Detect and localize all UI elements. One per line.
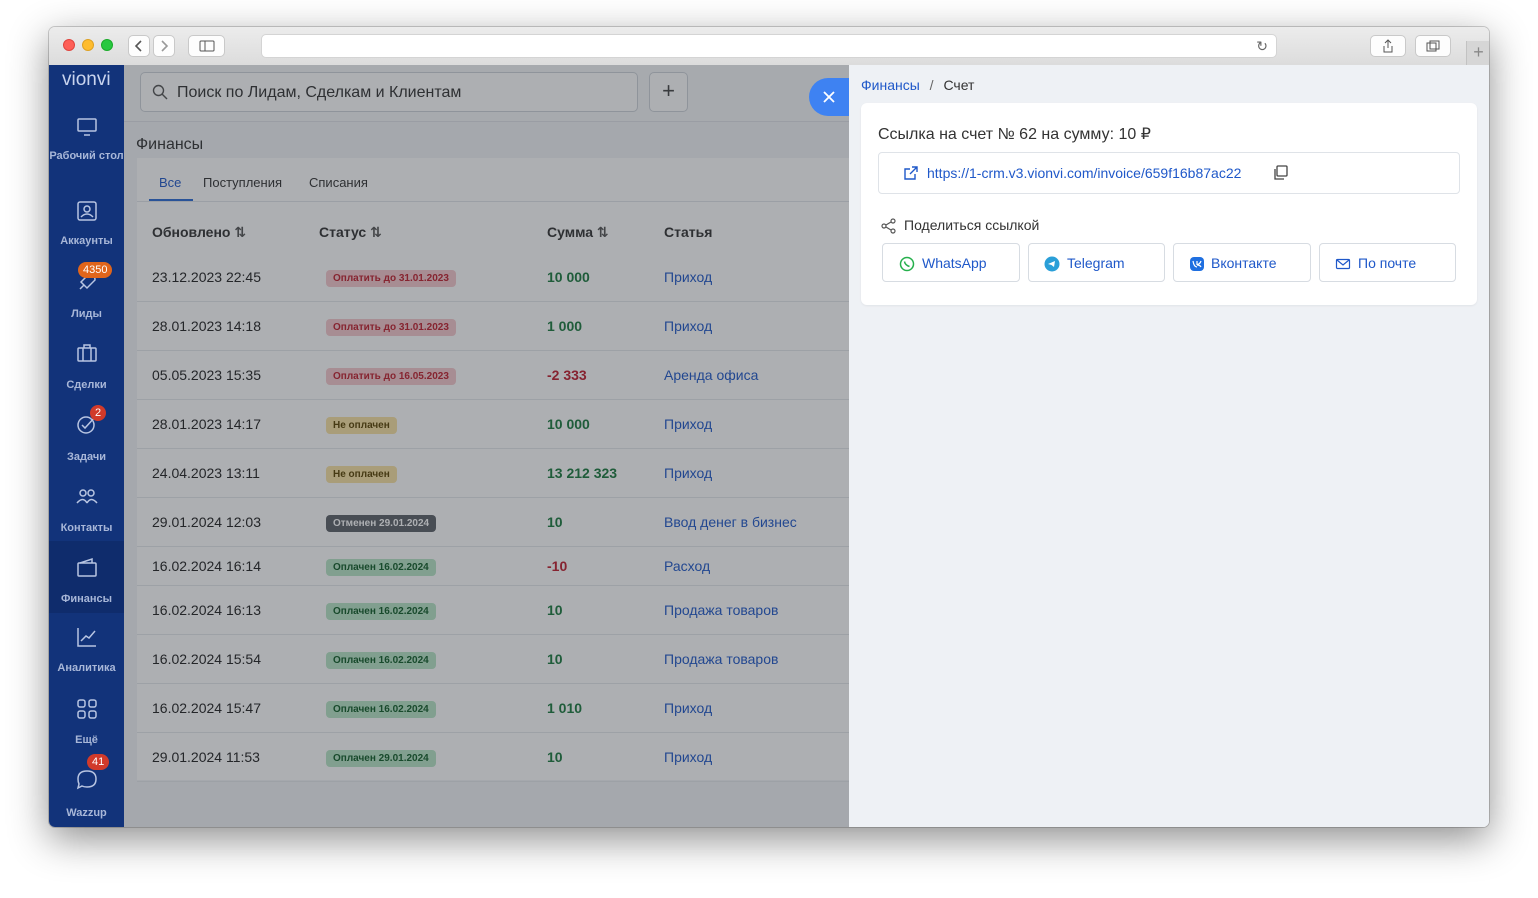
- sidebar: vionvi Рабочий стол Аккаунты 4350 Лиды С…: [49, 65, 124, 827]
- sidebar-item-label: Финансы: [60, 593, 113, 605]
- share-link-icon: [881, 218, 896, 234]
- vk-icon: [1190, 257, 1204, 271]
- sidebar-item-label: Контакты: [60, 522, 113, 534]
- mail-icon: [1335, 258, 1351, 270]
- whatsapp-icon: [899, 256, 915, 272]
- people-icon: [76, 489, 98, 504]
- sidebar-item-label: Сделки: [66, 379, 107, 391]
- share-email-button[interactable]: По почте: [1319, 243, 1456, 282]
- sidebar-item-label: Wazzup: [66, 807, 107, 819]
- account-card-icon: [77, 201, 97, 221]
- zoom-window-button[interactable]: [101, 39, 113, 51]
- external-link-icon[interactable]: [903, 165, 919, 181]
- share-telegram-button[interactable]: Telegram: [1028, 243, 1165, 282]
- reload-icon[interactable]: ↻: [1256, 38, 1268, 55]
- logo: vionvi: [62, 69, 111, 90]
- briefcase-icon: [77, 344, 97, 362]
- breadcrumb: Финансы / Счет: [861, 77, 974, 93]
- sidebar-item-label: Аналитика: [57, 662, 116, 674]
- sidebar-toggle-button[interactable]: [188, 35, 225, 57]
- main-content: Поиск по Лидам, Сделкам и Клиентам + Фин…: [124, 65, 924, 827]
- close-icon: [823, 91, 835, 103]
- close-panel-button[interactable]: [809, 78, 849, 116]
- copy-icon[interactable]: [1273, 165, 1289, 181]
- grid-icon: [77, 699, 97, 719]
- new-tab-button[interactable]: +: [1466, 41, 1489, 65]
- telegram-icon: [1044, 256, 1060, 272]
- sidebar-item-label: Рабочий стол: [49, 150, 124, 162]
- sidebar-item-label: Задачи: [67, 451, 106, 463]
- breadcrumb-current: Счет: [943, 77, 975, 93]
- chart-icon: [77, 628, 96, 647]
- back-button[interactable]: [128, 35, 150, 57]
- sidebar-item-deals[interactable]: Сделки: [49, 341, 124, 411]
- tabs-overview-button[interactable]: [1415, 35, 1451, 57]
- sidebar-item-label: Ещё: [75, 734, 98, 746]
- sidebar-item-analytics[interactable]: Аналитика: [49, 625, 124, 695]
- invoice-link-title: Ссылка на счет № 62 на сумму: 10 ₽: [878, 126, 1151, 143]
- share-icon: [1383, 39, 1393, 53]
- invoice-link-box: https://1-crm.v3.vionvi.com/invoice/659f…: [878, 152, 1460, 194]
- share-label: Поделиться ссылкой: [904, 217, 1040, 233]
- sidebar-item-more[interactable]: Ещё: [49, 697, 124, 767]
- tabs-icon: [1426, 40, 1440, 52]
- wallet-icon: [77, 557, 97, 577]
- sidebar-item-accounts[interactable]: Аккаунты: [49, 199, 124, 269]
- share-page-button[interactable]: [1370, 35, 1406, 57]
- browser-window: ↻ + vionvi Рабочий стол Аккаунты 4350 Ли…: [49, 27, 1489, 827]
- sidebar-item-finance[interactable]: Финансы: [49, 541, 124, 613]
- breadcrumb-finance-link[interactable]: Финансы: [861, 77, 920, 93]
- modal-backdrop[interactable]: [124, 65, 924, 827]
- invoice-url-link[interactable]: https://1-crm.v3.vionvi.com/invoice/659f…: [927, 165, 1241, 181]
- invoice-link-card: Ссылка на счет № 62 на сумму: 10 ₽ https…: [861, 103, 1477, 305]
- crm-app: vionvi Рабочий стол Аккаунты 4350 Лиды С…: [49, 65, 1489, 827]
- sidebar-item-wazzup[interactable]: 41 Wazzup: [49, 754, 124, 827]
- wazzup-badge: 41: [87, 754, 110, 770]
- leads-badge: 4350: [78, 262, 113, 278]
- sidebar-item-label: Аккаунты: [60, 235, 113, 247]
- chevron-left-icon: [134, 40, 142, 52]
- sidebar-item-leads[interactable]: 4350 Лиды: [49, 262, 124, 340]
- sidebar-item-desktop[interactable]: Рабочий стол: [49, 115, 124, 185]
- browser-titlebar: ↻ +: [49, 27, 1489, 66]
- forward-button[interactable]: [153, 35, 175, 57]
- address-bar[interactable]: ↻: [261, 34, 1277, 58]
- sidebar-item-label: Лиды: [71, 308, 102, 320]
- close-window-button[interactable]: [63, 39, 75, 51]
- sidebar-icon: [199, 40, 214, 52]
- chevron-right-icon: [161, 40, 169, 52]
- tasks-badge: 2: [90, 405, 107, 421]
- share-whatsapp-button[interactable]: WhatsApp: [882, 243, 1020, 282]
- minimize-window-button[interactable]: [82, 39, 94, 51]
- breadcrumb-separator: /: [929, 77, 934, 93]
- invoice-side-panel: Финансы / Счет Ссылка на счет № 62 на су…: [849, 65, 1489, 827]
- monitor-icon: [77, 118, 97, 136]
- sidebar-item-tasks[interactable]: 2 Задачи: [49, 405, 124, 482]
- chat-bubble-icon: [76, 770, 97, 790]
- share-vk-button[interactable]: Вконтакте: [1173, 243, 1311, 282]
